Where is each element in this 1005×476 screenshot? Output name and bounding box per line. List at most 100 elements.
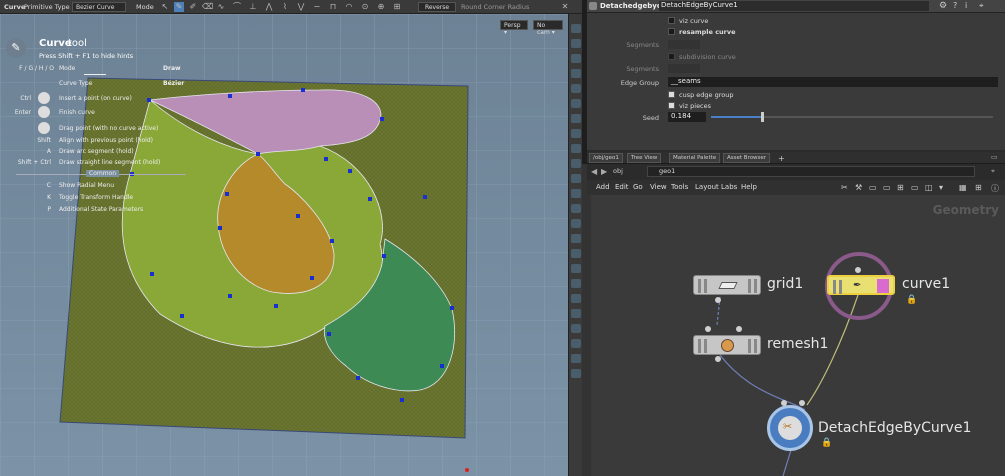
help-icon[interactable]: ? — [953, 1, 957, 10]
detach-input-1[interactable] — [781, 400, 787, 406]
tab-material-palette[interactable]: Material Palette — [669, 153, 721, 163]
remesh1-node[interactable] — [693, 335, 761, 355]
segments2-field[interactable] — [668, 64, 700, 73]
shape-icon-5[interactable]: ⌇ — [280, 2, 290, 12]
add-tab-button[interactable]: + — [775, 153, 788, 163]
path-geo[interactable]: geo1 — [659, 167, 675, 175]
shelf-icon[interactable] — [571, 294, 581, 303]
seed-field[interactable]: 0.184 — [668, 112, 706, 122]
shape-icon-2[interactable]: ⌒ — [232, 2, 242, 12]
curve1-node[interactable]: ✒ — [827, 275, 895, 295]
shelf-icon[interactable] — [571, 219, 581, 228]
remesh1-output[interactable] — [715, 356, 721, 362]
grid1-node[interactable] — [693, 275, 761, 295]
shelf-icon[interactable] — [571, 189, 581, 198]
3d-viewport[interactable]: Persp ▾ No cam ▾ ✎ Curve tool Press Shif… — [0, 14, 568, 476]
pin-icon[interactable]: ⌖ — [979, 1, 984, 11]
shelf-icon[interactable] — [571, 54, 581, 63]
seed-slider-handle[interactable] — [761, 112, 764, 122]
pin-path-icon[interactable]: ⌖ — [991, 167, 995, 176]
tool-icon-1[interactable]: ✂ — [841, 183, 848, 192]
shape-icon-9[interactable]: ◠ — [344, 2, 354, 12]
detachedgebycurve1-node[interactable]: ✂ — [767, 405, 813, 451]
menu-go[interactable]: Go — [633, 183, 643, 191]
shelf-icon[interactable] — [571, 69, 581, 78]
curve1-input[interactable] — [855, 267, 861, 273]
tab-obj-geo1[interactable]: /obj/geo1 — [589, 153, 623, 163]
shelf-icon[interactable] — [571, 204, 581, 213]
menu-layout[interactable]: Layout — [695, 183, 719, 191]
shelf-icon[interactable] — [571, 99, 581, 108]
network-editor[interactable]: Geometry grid1 ✒ curve1 🔒 remesh1 ✂ Deta… — [591, 195, 1005, 476]
shelf-icon[interactable] — [571, 24, 581, 33]
draw-mode-icon[interactable]: ✎ — [174, 2, 184, 12]
shelf-icon[interactable] — [571, 129, 581, 138]
menu-labs[interactable]: Labs — [721, 183, 737, 191]
tool-icon-3[interactable]: ▭ — [869, 183, 877, 192]
resample-checkbox[interactable] — [668, 28, 675, 35]
shelf-icon[interactable] — [571, 324, 581, 333]
shelf-icon[interactable] — [571, 309, 581, 318]
primitive-type-select[interactable]: Bezier Curve — [72, 2, 126, 12]
grid1-output[interactable] — [715, 297, 721, 303]
remesh1-input-2[interactable] — [736, 326, 742, 332]
tab-asset-browser[interactable]: Asset Browser — [723, 153, 771, 163]
edge-group-field[interactable]: __seams — [668, 77, 998, 87]
tab-tree-view[interactable]: Tree View — [627, 153, 662, 163]
shape-icon-3[interactable]: ⊥ — [248, 2, 258, 12]
menu-add[interactable]: Add — [596, 183, 610, 191]
info-icon[interactable]: i — [965, 1, 967, 10]
cusp-checkbox[interactable] — [668, 91, 675, 98]
subdiv-checkbox[interactable] — [668, 53, 675, 60]
viz-curve-checkbox[interactable] — [668, 17, 675, 24]
tool-icon-8[interactable]: ▾ — [939, 183, 943, 192]
shape-icon-4[interactable]: ⋀ — [264, 2, 274, 12]
shape-icon-6[interactable]: ⋁ — [296, 2, 306, 12]
close-icon[interactable]: ✕ — [560, 2, 570, 12]
forward-icon[interactable]: ▶ — [601, 167, 607, 176]
shelf-icon[interactable] — [571, 249, 581, 258]
tool-icon-2[interactable]: ⚒ — [855, 183, 862, 192]
detach-input-2[interactable] — [799, 400, 805, 406]
shelf-icon[interactable] — [571, 279, 581, 288]
remesh1-input-1[interactable] — [705, 326, 711, 332]
shelf-icon[interactable] — [571, 369, 581, 378]
menu-edit[interactable]: Edit — [615, 183, 629, 191]
shelf-icon[interactable] — [571, 84, 581, 93]
info-icon-2[interactable]: ⓘ — [991, 183, 999, 194]
menu-view[interactable]: View — [650, 183, 667, 191]
shelf-icon[interactable] — [571, 159, 581, 168]
persp-menu[interactable]: Persp ▾ — [500, 20, 528, 36]
shelf-icon[interactable] — [571, 39, 581, 48]
shape-icon-8[interactable]: ⊓ — [328, 2, 338, 12]
shelf-icon[interactable] — [571, 339, 581, 348]
template-flag[interactable] — [877, 279, 889, 293]
shape-icon-10[interactable]: ⊙ — [360, 2, 370, 12]
shape-icon-11[interactable]: ⊕ — [376, 2, 386, 12]
menu-tools[interactable]: Tools — [671, 183, 688, 191]
shelf-icon[interactable] — [571, 354, 581, 363]
gear-icon[interactable]: ⚙ — [939, 1, 947, 11]
tool-icon-10[interactable]: ⊞ — [975, 183, 982, 192]
path-obj[interactable]: obj — [613, 167, 623, 175]
menu-help[interactable]: Help — [741, 183, 757, 191]
segments1-field[interactable] — [668, 40, 700, 49]
shelf-icon[interactable] — [571, 234, 581, 243]
shape-icon-12[interactable]: ⊞ — [392, 2, 402, 12]
tool-icon-4[interactable]: ▭ — [883, 183, 891, 192]
path-field[interactable] — [647, 166, 975, 177]
pane-menu-icon[interactable]: ▭ — [991, 153, 998, 161]
viz-pieces-checkbox[interactable] — [668, 102, 675, 109]
shape-icon-7[interactable]: ∽ — [312, 2, 322, 12]
shelf-icon[interactable] — [571, 264, 581, 273]
shelf-icon[interactable] — [571, 144, 581, 153]
back-icon[interactable]: ◀ — [591, 167, 597, 176]
tool-icon-9[interactable]: ▦ — [959, 183, 967, 192]
shelf-icon[interactable] — [571, 174, 581, 183]
delete-icon[interactable]: ⌫ — [202, 2, 213, 12]
node-name-field[interactable]: DetachEdgeByCurve1 — [659, 1, 929, 11]
tool-icon-6[interactable]: ▭ — [911, 183, 919, 192]
reverse-button[interactable]: Reverse — [418, 2, 456, 12]
camera-menu[interactable]: No cam ▾ — [533, 20, 563, 36]
shelf-icon[interactable] — [571, 114, 581, 123]
